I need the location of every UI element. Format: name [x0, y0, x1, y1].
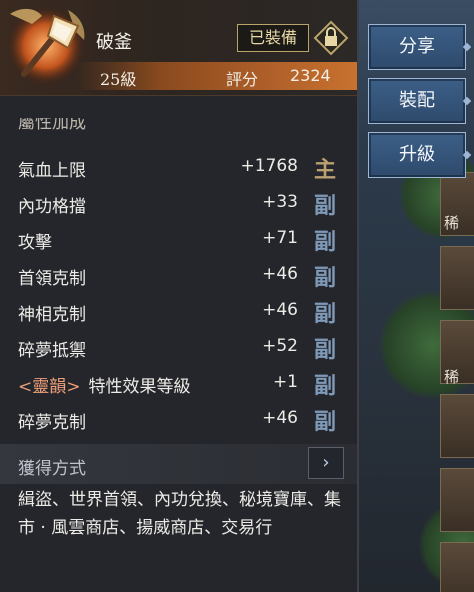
acquisition-text: 緝盜、世界首領、內功兌換、秘境寶庫、集市 · 風雲商店、揚威商店、交易行 [18, 490, 341, 538]
attribute-row: <靈韻> 特性效果等級 +1 副 [0, 366, 358, 402]
attribute-tag: <靈韻> [18, 377, 81, 397]
attribute-name: 攻擊 [18, 233, 52, 253]
inventory-slot[interactable] [440, 246, 474, 310]
attribute-name: 碎夢抵禦 [18, 341, 86, 361]
equip-button[interactable]: 裝配 [368, 78, 466, 124]
attribute-value: +46 [262, 408, 298, 428]
acquisition-title: 獲得方式 [18, 459, 86, 479]
attribute-value: +46 [262, 300, 298, 320]
attribute-type-badge: 副 [314, 301, 337, 327]
inventory-slot[interactable] [440, 542, 474, 592]
attribute-type-badge: 副 [314, 193, 337, 219]
item-level: 25級 [100, 70, 137, 89]
lock-icon[interactable] [313, 20, 349, 56]
attribute-row: 內功格擋 +33 副 [0, 186, 358, 222]
item-detail-panel: 破釜 已裝備 25級 評分 2324 屬性加成 氣血上限 +1768 主內功格擋 +3… [0, 0, 358, 592]
attribute-name: <靈韻> 特性效果等級 [18, 377, 191, 397]
attribute-value: +1768 [240, 156, 298, 176]
inventory-slot[interactable] [440, 468, 474, 532]
slot-rarity-tag: 稀 [444, 214, 460, 232]
attribute-row: 氣血上限 +1768 主 [0, 150, 358, 186]
attribute-type-badge: 主 [314, 157, 337, 183]
item-name: 破釜 [96, 32, 132, 53]
inventory-slot[interactable] [440, 394, 474, 458]
attribute-row: 碎夢抵禦 +52 副 [0, 330, 358, 366]
attribute-row: 碎夢克制 +46 副 [0, 402, 358, 438]
attribute-name: 內功格擋 [18, 197, 86, 217]
attribute-name: 神相克制 [18, 305, 86, 325]
attribute-type-badge: 副 [314, 229, 337, 255]
attribute-row: 攻擊 +71 副 [0, 222, 358, 258]
attribute-value: +71 [262, 228, 298, 248]
attribute-name: 碎夢克制 [18, 413, 86, 433]
acquisition-scroll[interactable]: 緝盜、世界首領、內功兌換、秘境寶庫、集市 · 風雲商店、揚威商店、交易行 [0, 486, 358, 592]
attribute-type-badge: 副 [314, 337, 337, 363]
attribute-name: 氣血上限 [18, 161, 86, 181]
attribute-value: +52 [262, 336, 298, 356]
slot-rarity-tag: 稀 [444, 368, 460, 386]
attribute-type-badge: 副 [314, 373, 337, 399]
upgrade-button[interactable]: 升級 [368, 132, 466, 178]
chevron-right-icon[interactable]: › [308, 447, 344, 479]
attribute-type-badge: 副 [314, 265, 337, 291]
attribute-value: +1 [272, 372, 298, 392]
attribute-row: 首領克制 +46 副 [0, 258, 358, 294]
attribute-value: +46 [262, 264, 298, 284]
panel-divider [357, 0, 359, 592]
attributes-section-title: 屬性加成 [18, 118, 86, 133]
attribute-name: 首領克制 [18, 269, 86, 289]
attribute-type-badge: 副 [314, 409, 337, 435]
share-button[interactable]: 分享 [368, 24, 466, 70]
attribute-value: +33 [262, 192, 298, 212]
score-label: 評分 [226, 70, 259, 89]
attribute-row: 神相克制 +46 副 [0, 294, 358, 330]
equipped-badge: 已裝備 [237, 24, 309, 52]
score-value: 2324 [290, 66, 331, 85]
